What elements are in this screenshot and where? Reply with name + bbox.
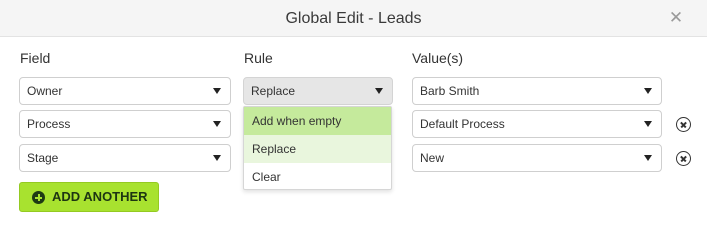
value-select-value: New — [420, 151, 445, 165]
field-select-owner[interactable]: Owner — [19, 77, 231, 105]
field-select-value: Owner — [27, 84, 63, 98]
value-select-stage[interactable]: New — [412, 144, 662, 172]
rule-option-clear[interactable]: Clear — [244, 163, 391, 191]
values-column-header: Value(s) — [412, 50, 464, 66]
dialog-header: Global Edit - Leads ✕ — [0, 0, 707, 37]
dialog-title: Global Edit - Leads — [285, 10, 422, 27]
value-select-owner[interactable]: Barb Smith — [412, 77, 662, 105]
caret-down-icon — [213, 155, 221, 161]
add-another-button[interactable]: ADD ANOTHER — [19, 182, 159, 212]
rule-option-add-when-empty[interactable]: Add when empty — [244, 107, 391, 135]
caret-down-icon — [644, 121, 652, 127]
caret-down-icon — [644, 155, 652, 161]
value-select-value: Default Process — [420, 117, 505, 131]
plus-circle-icon — [32, 191, 45, 204]
value-select-process[interactable]: Default Process — [412, 110, 662, 138]
add-another-label: ADD ANOTHER — [52, 189, 148, 204]
rule-select-value: Replace — [251, 84, 296, 98]
rule-select-owner[interactable]: Replace — [243, 77, 393, 105]
remove-row-icon[interactable] — [676, 117, 691, 132]
field-select-process[interactable]: Process — [19, 110, 231, 138]
field-select-value: Process — [27, 117, 71, 131]
close-icon[interactable]: ✕ — [666, 8, 686, 28]
caret-down-icon — [213, 88, 221, 94]
value-select-value: Barb Smith — [420, 84, 480, 98]
field-select-stage[interactable]: Stage — [19, 144, 231, 172]
rule-column-header: Rule — [244, 50, 273, 66]
rule-option-replace[interactable]: Replace — [244, 135, 391, 163]
field-column-header: Field — [20, 50, 51, 66]
caret-down-icon — [213, 121, 221, 127]
field-select-value: Stage — [27, 151, 59, 165]
caret-down-icon — [644, 88, 652, 94]
remove-row-icon[interactable] — [676, 151, 691, 166]
caret-down-icon — [375, 88, 383, 94]
rule-dropdown-menu: Add when empty Replace Clear — [243, 106, 392, 190]
